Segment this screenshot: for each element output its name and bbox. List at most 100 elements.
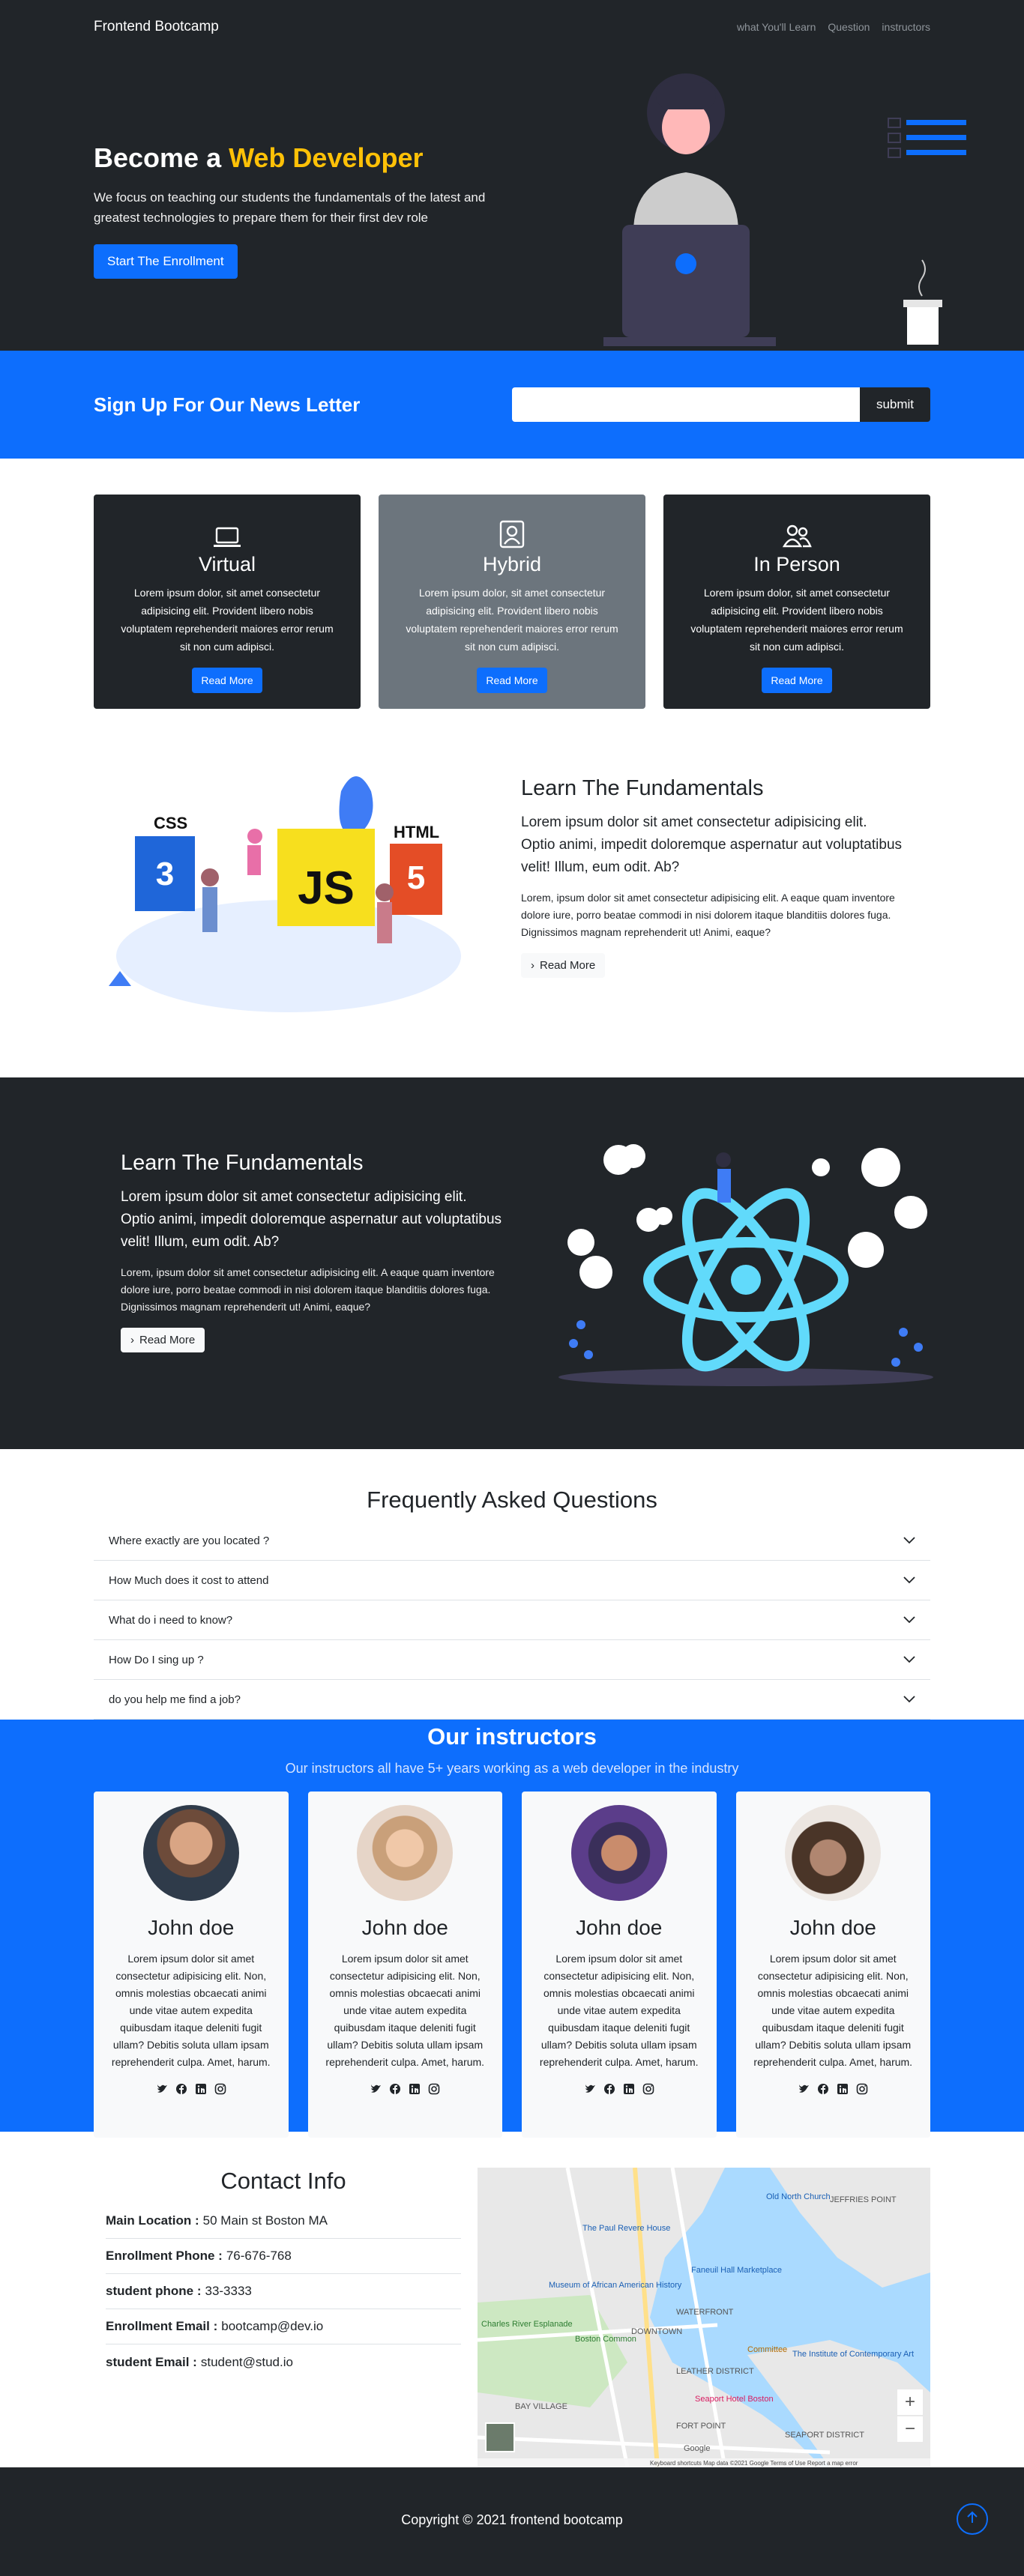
nav-link-learn[interactable]: what You'll Learn	[737, 21, 816, 33]
contact-title: Contact Info	[220, 2168, 346, 2194]
instructor-bio: Lorem ipsum dolor sit amet consectetur a…	[325, 1953, 485, 2068]
instagram-icon[interactable]	[428, 2083, 440, 2095]
chevron-down-icon	[903, 1574, 915, 1587]
newsletter-submit-button[interactable]: submit	[860, 387, 930, 422]
svg-text:Faneuil Hall Marketplace: Faneuil Hall Marketplace	[691, 2266, 782, 2275]
instructor-name: John doe	[361, 1916, 448, 1939]
svg-text:WATERFRONT: WATERFRONT	[676, 2308, 734, 2317]
navbar: Frontend Bootcamp what You'll Learn Ques…	[94, 0, 930, 54]
svg-text:3: 3	[156, 856, 174, 892]
learn-title: Learn The Fundamentals	[121, 1151, 364, 1175]
instructor-bio: Lorem ipsum dolor sit amet consectetur a…	[753, 1953, 913, 2068]
svg-text:JEFFRIES POINT: JEFFRIES POINT	[830, 2195, 897, 2204]
linkedin-icon[interactable]	[837, 2083, 849, 2095]
map-embed[interactable]: Old North Church JEFFRIES POINT The Paul…	[478, 2168, 930, 2467]
hero-section: Frontend Bootcamp what You'll Learn Ques…	[0, 0, 1024, 351]
instagram-icon[interactable]	[642, 2083, 654, 2095]
nav-link-instructors[interactable]: instructors	[882, 21, 930, 33]
faq-item[interactable]: How Much does it cost to attend	[94, 1561, 930, 1600]
newsletter-form: submit	[512, 387, 930, 422]
svg-text:DOWNTOWN: DOWNTOWN	[631, 2327, 682, 2336]
facebook-icon[interactable]	[603, 2083, 615, 2095]
instagram-icon[interactable]	[214, 2083, 226, 2095]
instructor-card: John doe Lorem ipsum dolor sit amet cons…	[94, 1792, 289, 2138]
faq-accordion: Where exactly are you located ? How Much…	[94, 1521, 930, 1720]
learn-read-more-button[interactable]: › Read More	[121, 1328, 205, 1352]
svg-text:The Paul Revere House: The Paul Revere House	[582, 2224, 670, 2233]
map-canvas[interactable]: Old North Church JEFFRIES POINT The Paul…	[478, 2168, 930, 2467]
social-links	[736, 2083, 931, 2095]
html-label: HTML	[394, 823, 439, 841]
instructor-card: John doe Lorem ipsum dolor sit amet cons…	[735, 1792, 931, 2138]
twitter-icon[interactable]	[370, 2083, 382, 2095]
copyright-text: Copyright © 2021 frontend bootcamp	[401, 2512, 623, 2527]
svg-text:Old North Church: Old North Church	[766, 2192, 831, 2201]
facebook-icon[interactable]	[175, 2083, 187, 2095]
card-in-person: In Person Lorem ipsum dolor, sit amet co…	[663, 495, 930, 709]
learn-section-2: Learn The Fundamentals Lorem ipsum dolor…	[0, 1077, 1024, 1449]
faq-item[interactable]: What do i need to know?	[94, 1600, 930, 1640]
chevron-down-icon	[903, 1614, 915, 1627]
contact-row: student Email : student@stud.io	[106, 2354, 293, 2369]
linkedin-icon[interactable]	[623, 2083, 635, 2095]
nav-link-question[interactable]: Question	[828, 21, 870, 33]
back-to-top-button[interactable]	[957, 2503, 988, 2535]
instructors-grid: John doe Lorem ipsum dolor sit amet cons…	[94, 1792, 930, 2138]
contact-info: Contact Info Main Location :50 Main st B…	[94, 2168, 461, 2380]
linkedin-icon[interactable]	[195, 2083, 207, 2095]
learn-text-2: Learn The Fundamentals Lorem ipsum dolor…	[121, 1151, 503, 1352]
social-links	[94, 2083, 289, 2095]
instructor-bio: Lorem ipsum dolor sit amet consectetur a…	[539, 1953, 699, 2068]
card-read-more-button[interactable]: Read More	[192, 668, 262, 693]
instructors-subtitle: Our instructors all have 5+ years workin…	[285, 1761, 739, 1776]
svg-text:Boston Common: Boston Common	[575, 2335, 636, 2344]
learn-lead: Lorem ipsum dolor sit amet consectetur a…	[521, 814, 903, 875]
laptop-icon	[94, 520, 361, 548]
boxes-section: Virtual Lorem ipsum dolor, sit amet cons…	[0, 459, 1024, 709]
svg-text:SEAPORT DISTRICT: SEAPORT DISTRICT	[785, 2431, 864, 2440]
learn-title: Learn The Fundamentals	[521, 776, 764, 800]
facebook-icon[interactable]	[389, 2083, 401, 2095]
faq-item[interactable]: How Do I sing up ?	[94, 1640, 930, 1680]
svg-text:Seaport Hotel Boston: Seaport Hotel Boston	[695, 2395, 774, 2404]
card-text: Lorem ipsum dolor, sit amet consectetur …	[690, 587, 903, 653]
svg-text:Museum of African American His: Museum of African American History	[549, 2281, 682, 2290]
linkedin-icon[interactable]	[409, 2083, 421, 2095]
map-satellite-thumb[interactable]	[485, 2422, 515, 2452]
avatar	[570, 1805, 667, 1901]
svg-text:FORT POINT: FORT POINT	[676, 2422, 726, 2431]
learn-read-more-button[interactable]: › Read More	[521, 953, 606, 978]
svg-text:Keyboard shortcuts Map data: Keyboard shortcuts Map data ©2021 Google…	[650, 2460, 858, 2467]
instagram-icon[interactable]	[856, 2083, 868, 2095]
map-zoom-in-button[interactable]: +	[897, 2389, 923, 2415]
hero-title: Become a Web Developer	[94, 142, 424, 173]
newsletter-email-input[interactable]	[512, 387, 860, 422]
newsletter-section: Sign Up For Our News Letter submit	[0, 351, 1024, 459]
avatar	[142, 1805, 239, 1901]
chevron-right-icon: ›	[531, 959, 534, 972]
enroll-button[interactable]: Start The Enrollment	[94, 244, 238, 279]
svg-text:5: 5	[407, 859, 425, 896]
twitter-icon[interactable]	[798, 2083, 810, 2095]
person-badge-icon	[379, 520, 645, 548]
faq-item[interactable]: Where exactly are you located ?	[94, 1521, 930, 1561]
arrow-up-icon	[966, 2511, 978, 2528]
twitter-icon[interactable]	[156, 2083, 168, 2095]
contact-row: Main Location :50 Main st Boston MA	[106, 2204, 461, 2239]
instructor-bio: Lorem ipsum dolor sit amet consectetur a…	[111, 1953, 271, 2068]
chevron-down-icon	[903, 1535, 915, 1547]
facebook-icon[interactable]	[817, 2083, 829, 2095]
learn-text-1: Learn The Fundamentals Lorem ipsum dolor…	[521, 776, 903, 978]
brand-logo[interactable]: Frontend Bootcamp	[94, 19, 219, 35]
faq-section: Frequently Asked Questions Where exactly…	[0, 1449, 1024, 1720]
twitter-icon[interactable]	[584, 2083, 596, 2095]
faq-item[interactable]: do you help me find a job?	[94, 1680, 930, 1720]
faq-title: Frequently Asked Questions	[367, 1487, 657, 1513]
css-label: CSS	[154, 814, 187, 832]
card-title: Virtual	[198, 553, 256, 575]
card-read-more-button[interactable]: Read More	[762, 668, 832, 693]
instructor-name: John doe	[576, 1916, 663, 1939]
map-zoom-out-button[interactable]: −	[897, 2416, 923, 2442]
card-read-more-button[interactable]: Read More	[477, 668, 547, 693]
contact-row: student phone :33-3333	[106, 2274, 461, 2309]
